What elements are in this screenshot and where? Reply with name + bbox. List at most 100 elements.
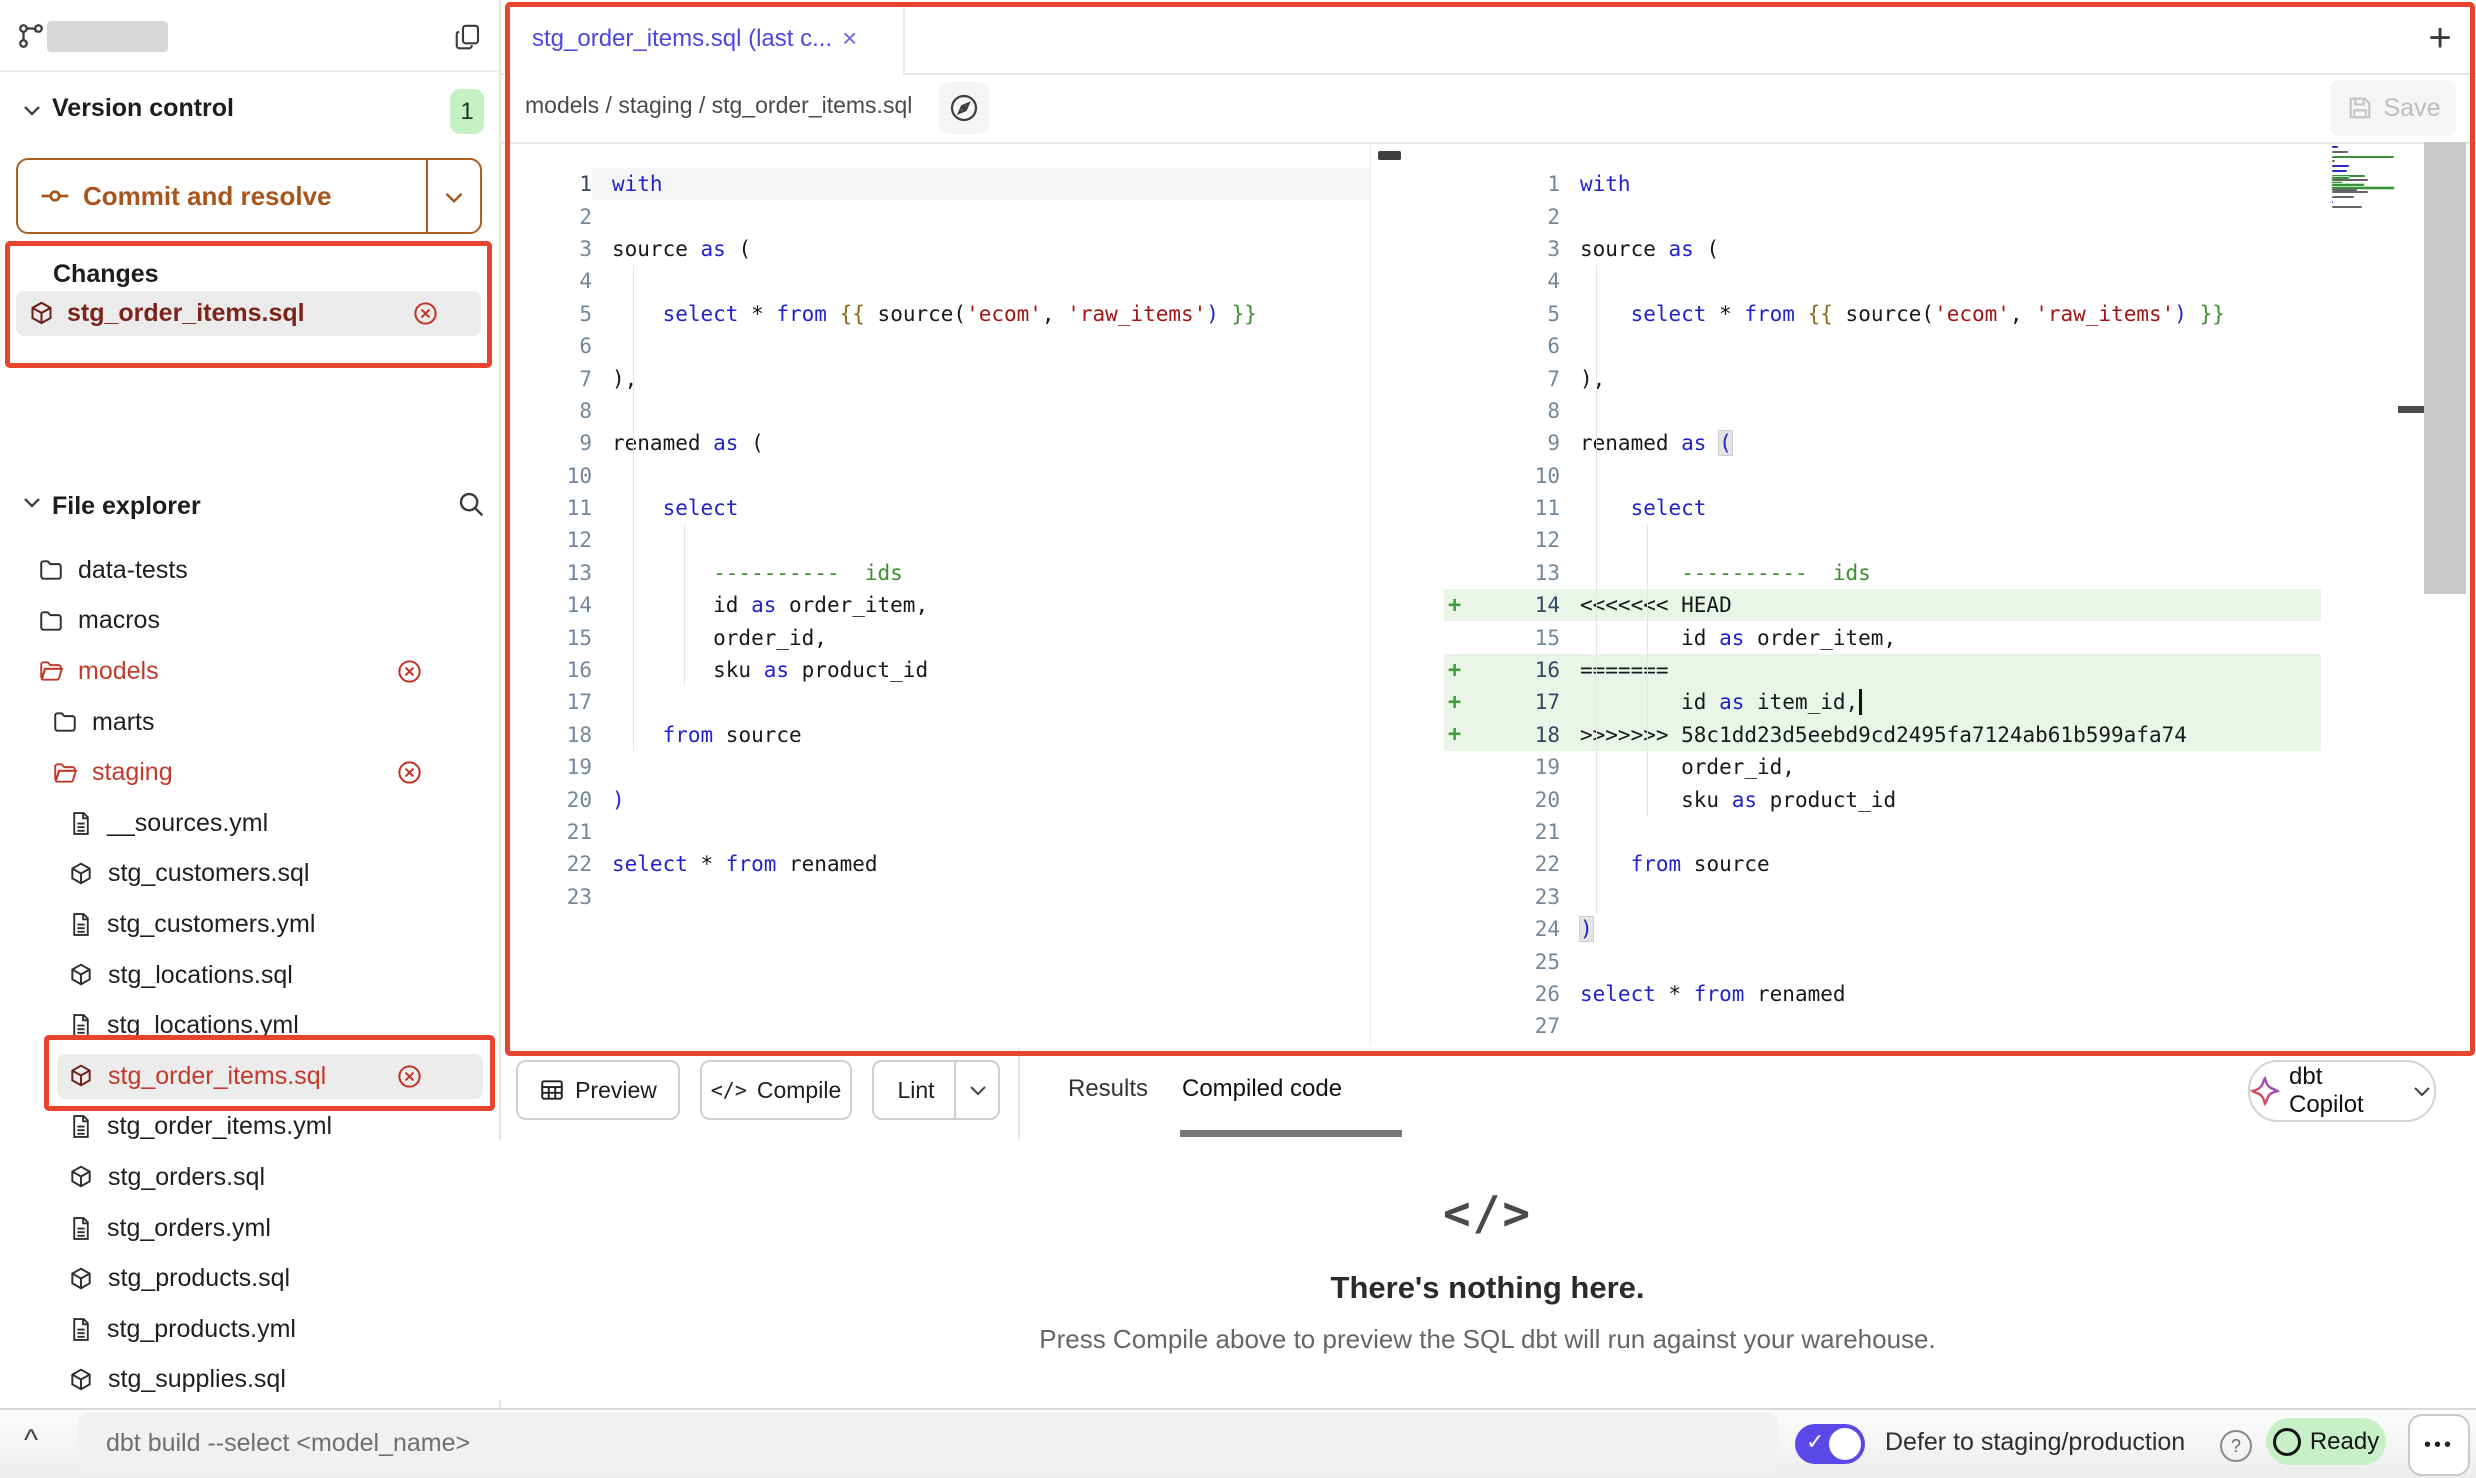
code-line-5[interactable]: 5 select * from {{ source('ecom', 'raw_i… [511, 298, 1370, 330]
code-line-16[interactable]: 16 sku as product_id [511, 654, 1370, 686]
code-line-20[interactable]: 20) [511, 783, 1370, 815]
code-line-16[interactable]: +16======= [1444, 654, 2321, 686]
file-explorer-item-macros[interactable]: macros [0, 596, 499, 647]
more-options-button[interactable]: ••• [2408, 1414, 2470, 1476]
code-line-10[interactable]: 10 [511, 460, 1370, 492]
code-line-17[interactable]: 17 [511, 686, 1370, 718]
code-line-11[interactable]: 11 select [511, 492, 1370, 524]
code-line-12[interactable]: 12 [1444, 524, 2321, 556]
editor-scrollbar[interactable] [2424, 142, 2466, 594]
file-explorer-item-stg_customers.sql[interactable]: stg_customers.sql [0, 849, 499, 900]
code-line-27[interactable]: 27 [1444, 1010, 2321, 1042]
file-explorer-item-stg_locations.sql[interactable]: stg_locations.sql [0, 950, 499, 1001]
code-line-13[interactable]: 13 ---------- ids [1444, 557, 2321, 589]
code-line-19[interactable]: 19 [511, 751, 1370, 783]
file-explorer-item-stg_customers.yml[interactable]: stg_customers.yml [0, 899, 499, 950]
commit-and-resolve-button[interactable]: Commit and resolve [16, 158, 482, 234]
file-explorer-item-models[interactable]: models [0, 646, 499, 697]
changed-file-row[interactable]: stg_order_items.sql [16, 291, 481, 336]
file-explorer-item-stg_locations.yml[interactable]: stg_locations.yml [0, 1000, 499, 1051]
code-line-12[interactable]: 12 [511, 524, 1370, 556]
code-line-7[interactable]: 7), [1444, 362, 2321, 394]
code-line-17[interactable]: +17 id as item_id, [1444, 686, 2321, 718]
file-explorer-item-stg_products.yml[interactable]: stg_products.yml [0, 1304, 499, 1355]
lint-button[interactable]: Lint [872, 1060, 1000, 1120]
file-explorer-item-stg_products.sql[interactable]: stg_products.sql [0, 1253, 499, 1304]
code-line-9[interactable]: 9renamed as ( [511, 427, 1370, 459]
code-line-7[interactable]: 7), [511, 362, 1370, 394]
file-explorer-item-marts[interactable]: marts [0, 697, 499, 748]
code-line-1[interactable]: 1with [511, 168, 1370, 200]
save-button[interactable]: Save [2330, 80, 2456, 136]
tab-compiled-code[interactable]: Compiled code [1182, 1075, 1342, 1103]
code-line-3[interactable]: 3source as ( [511, 233, 1370, 265]
left-pane-scrollbar-thumb[interactable] [1378, 151, 1401, 160]
version-control-collapse-icon[interactable] [20, 98, 44, 122]
code-line-4[interactable]: 4 [511, 265, 1370, 297]
code-line-9[interactable]: 9renamed as ( [1444, 427, 2321, 459]
file-explorer-title[interactable]: File explorer [52, 492, 201, 521]
code-pane-original[interactable]: 1with23source as (45 select * from {{ so… [511, 168, 1370, 913]
file-explorer-item-stg_orders.yml[interactable]: stg_orders.yml [0, 1203, 499, 1254]
code-line-10[interactable]: 10 [1444, 460, 2321, 492]
tab-results[interactable]: Results [1068, 1075, 1148, 1103]
code-line-2[interactable]: 2 [511, 200, 1370, 232]
lineage-compass-icon[interactable] [938, 82, 990, 134]
tab-close-icon[interactable]: × [842, 23, 857, 54]
file-explorer-item-stg_order_items.yml[interactable]: stg_order_items.yml [0, 1102, 499, 1153]
branch-name-redacted[interactable] [47, 21, 168, 52]
code-line-26[interactable]: 26select * from renamed [1444, 978, 2321, 1010]
code-line-6[interactable]: 6 [511, 330, 1370, 362]
code-line-21[interactable]: 21 [1444, 816, 2321, 848]
code-line-5[interactable]: 5 select * from {{ source('ecom', 'raw_i… [1444, 298, 2321, 330]
ready-status-badge[interactable]: Ready [2266, 1418, 2386, 1465]
code-line-23[interactable]: 23 [1444, 881, 2321, 913]
search-icon[interactable] [456, 489, 486, 519]
file-explorer-collapse-icon[interactable] [20, 490, 44, 514]
help-icon[interactable]: ? [2220, 1430, 2252, 1462]
file-explorer-item-data-tests[interactable]: data-tests [0, 545, 499, 596]
file-explorer-item-stg_order_items.sql[interactable]: stg_order_items.sql [0, 1051, 499, 1102]
code-line-3[interactable]: 3source as ( [1444, 233, 2321, 265]
code-line-22[interactable]: 22 from source [1444, 848, 2321, 880]
code-line-2[interactable]: 2 [1444, 200, 2321, 232]
file-explorer-item-__sources.yml[interactable]: __sources.yml [0, 798, 499, 849]
right-scroll-indicator[interactable] [2398, 406, 2424, 413]
code-line-18[interactable]: 18 from source [511, 719, 1370, 751]
dbt-copilot-button[interactable]: dbt Copilot [2248, 1060, 2436, 1122]
code-line-21[interactable]: 21 [511, 816, 1370, 848]
file-explorer-item-stg_orders.sql[interactable]: stg_orders.sql [0, 1152, 499, 1203]
code-line-19[interactable]: 19 order_id, [1444, 751, 2321, 783]
code-line-20[interactable]: 20 sku as product_id [1444, 783, 2321, 815]
copy-icon[interactable] [453, 22, 483, 52]
code-line-18[interactable]: +18>>>>>>> 58c1dd23d5eebd9cd2495fa7124ab… [1444, 719, 2321, 751]
code-line-24[interactable]: 24) [1444, 913, 2321, 945]
code-line-8[interactable]: 8 [1444, 395, 2321, 427]
code-line-1[interactable]: 1with [1444, 168, 2321, 200]
code-line-15[interactable]: 15 order_id, [511, 621, 1370, 653]
code-line-23[interactable]: 23 [511, 881, 1370, 913]
active-editor-tab[interactable]: stg_order_items.sql (last c... × [510, 2, 905, 75]
code-line-14[interactable]: +14<<<<<<< HEAD [1444, 589, 2321, 621]
compile-button[interactable]: </> Compile [700, 1060, 852, 1120]
chevron-down-icon[interactable] [966, 1078, 990, 1102]
code-pane-conflicted[interactable]: 1with23source as (45 select * from {{ so… [1444, 168, 2321, 1043]
version-control-title[interactable]: Version control [52, 94, 234, 123]
commit-dropdown-chevron-icon[interactable] [441, 184, 467, 210]
code-line-13[interactable]: 13 ---------- ids [511, 557, 1370, 589]
code-line-4[interactable]: 4 [1444, 265, 2321, 297]
code-line-6[interactable]: 6 [1444, 330, 2321, 362]
collapse-panel-caret[interactable]: ^ [24, 1424, 38, 1458]
discard-x-icon[interactable] [396, 1063, 423, 1090]
discard-x-icon[interactable] [396, 658, 423, 685]
code-line-25[interactable]: 25 [1444, 945, 2321, 977]
code-line-15[interactable]: 15 id as order_item, [1444, 621, 2321, 653]
new-tab-button[interactable]: + [2420, 18, 2460, 58]
code-line-11[interactable]: 11 select [1444, 492, 2321, 524]
code-line-14[interactable]: 14 id as order_item, [511, 589, 1370, 621]
minimap[interactable] [2332, 146, 2396, 211]
discard-x-icon[interactable] [396, 759, 423, 786]
command-input[interactable]: dbt build --select <model_name> [78, 1412, 1778, 1474]
discard-x-icon[interactable] [412, 300, 439, 327]
file-explorer-item-staging[interactable]: staging [0, 747, 499, 798]
